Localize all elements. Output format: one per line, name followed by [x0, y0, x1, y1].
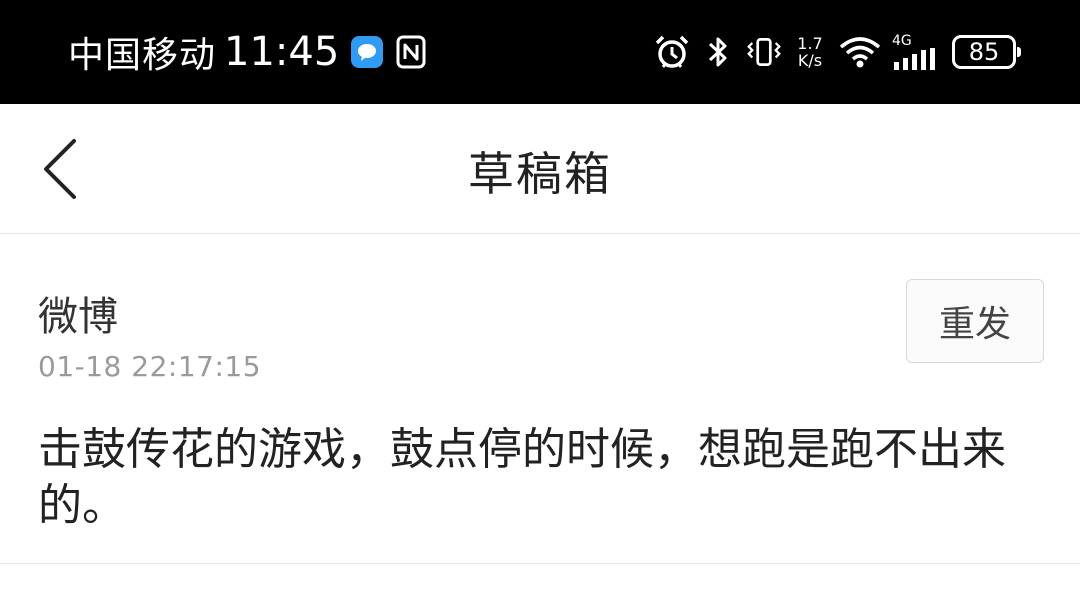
- vibrate-icon: [746, 34, 782, 70]
- status-bar-left: 中国移动 11:45: [68, 28, 427, 76]
- bluetooth-icon: [700, 34, 736, 70]
- battery-tip: [1017, 47, 1021, 57]
- draft-source: 微博: [38, 294, 118, 340]
- page-title: 草稿箱: [468, 147, 612, 201]
- battery-icon: 85: [952, 35, 1021, 69]
- status-bar-right: 1.7 K/s 4G 85: [644, 30, 1021, 74]
- message-icon: [351, 36, 384, 68]
- network-type: 4G: [892, 33, 912, 49]
- draft-list-item[interactable]: 微博 01-18 22:17:15 重发 击鼓传花的游戏，鼓点停的时候，想跑是跑…: [0, 234, 1080, 564]
- resend-button[interactable]: 重发: [906, 279, 1044, 363]
- network-speed-unit: K/s: [797, 51, 823, 70]
- draft-timestamp: 01-18 22:17:15: [38, 350, 262, 383]
- status-bar: 中国移动 11:45 1.7 K/s 4G 85: [0, 0, 1080, 104]
- wifi-icon: [838, 34, 882, 70]
- alarm-icon: [654, 34, 690, 70]
- signal-icon: 4G: [892, 34, 940, 70]
- navigation-bar: 草稿箱: [0, 104, 1080, 234]
- network-speed: 1.7 K/s: [792, 35, 828, 69]
- carrier-name: 中国移动: [68, 35, 217, 76]
- draft-content: 击鼓传花的游戏，鼓点停的时候，想跑是跑不出来的。: [38, 424, 1006, 531]
- network-speed-value: 1.7: [797, 34, 823, 53]
- status-time: 11:45: [224, 29, 340, 75]
- nfc-icon: [395, 34, 427, 70]
- battery-level: 85: [968, 38, 1000, 66]
